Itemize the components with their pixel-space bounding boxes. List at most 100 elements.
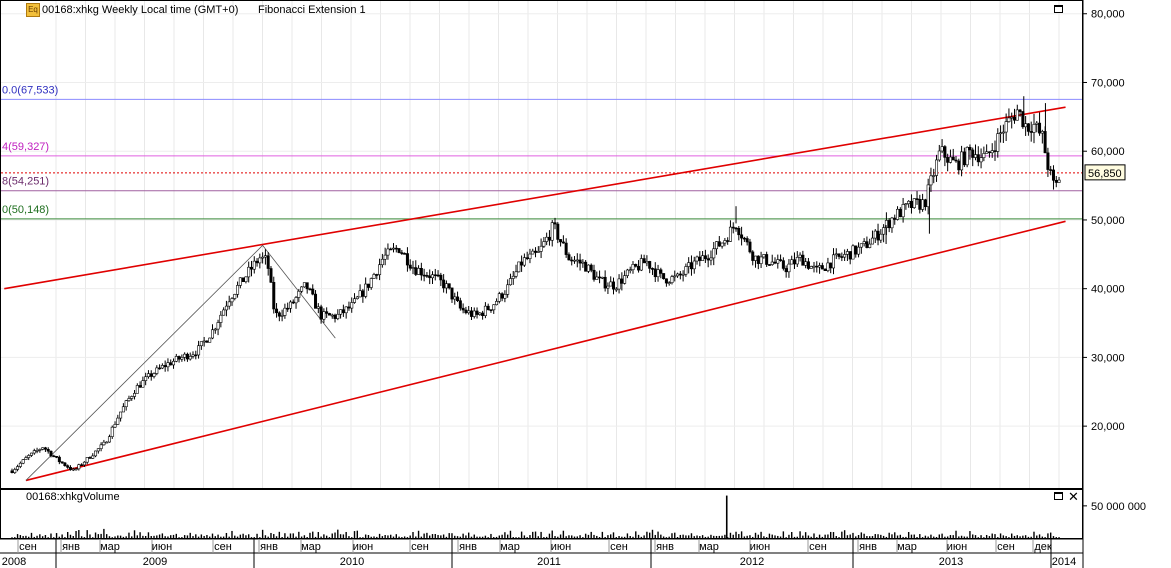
candle-body [364, 283, 368, 297]
candle-body [720, 242, 724, 247]
current-price-label: 56,850 [1088, 168, 1122, 180]
candle-body [840, 256, 844, 258]
candle-body [617, 278, 621, 290]
candle-body [330, 314, 334, 317]
candle-body [731, 226, 735, 229]
candle-body [266, 255, 270, 269]
candle-body [586, 264, 590, 272]
candle-body [347, 306, 351, 309]
candle-body [536, 251, 540, 253]
candle-body [288, 301, 292, 309]
candle-body [517, 261, 521, 273]
candle-body [893, 217, 897, 220]
candle-body [857, 246, 861, 255]
candle-body [614, 288, 618, 291]
candle-body [495, 301, 499, 306]
candle-body [865, 241, 869, 248]
candle-body [46, 448, 50, 452]
candle-body [481, 312, 485, 316]
candle-body [584, 261, 588, 272]
candle-body [439, 274, 443, 281]
x-month-label: июн [750, 541, 770, 553]
candle-body [676, 273, 680, 277]
candle-body [943, 146, 947, 158]
volume-maximize-icon[interactable] [1054, 492, 1063, 500]
candle-body [378, 264, 382, 275]
candle-body [957, 160, 961, 171]
candle-body [138, 385, 142, 388]
x-month-label: янв [62, 541, 80, 553]
candle-body [205, 340, 209, 343]
candle-body [24, 457, 28, 460]
candle-body [742, 237, 746, 240]
candle-body [208, 337, 212, 343]
candle-body [380, 258, 384, 266]
candle-body [979, 157, 983, 163]
candle-body [982, 153, 986, 158]
candle-body [854, 245, 858, 255]
x-month-label: сен [997, 541, 1015, 553]
symbol-title[interactable]: 00168:xhkg Weekly Local time (GMT+0) [42, 4, 238, 16]
candle-body [639, 258, 643, 271]
candle-body [436, 274, 440, 277]
candle-body [990, 150, 994, 154]
volume-pane [0, 489, 1083, 539]
candle-body [606, 285, 610, 289]
y-tick-label: 60,000 [1091, 146, 1125, 158]
candle-body [923, 199, 927, 208]
candle-body [1057, 179, 1061, 183]
candle-body [993, 150, 997, 152]
candle-body [843, 254, 847, 258]
candle-body [333, 314, 337, 319]
candle-body [244, 276, 248, 283]
y-tick-label: 20,000 [1091, 421, 1125, 433]
eq-icon[interactable]: Eq [26, 3, 40, 17]
candle-body [915, 198, 919, 200]
candle-body [191, 354, 195, 357]
candle-body [859, 243, 863, 248]
candle-body [394, 247, 398, 250]
candle-body [85, 457, 89, 463]
candle-body [233, 294, 237, 299]
volume-tick-label: 50 000 000 [1091, 501, 1146, 513]
candle-body [737, 228, 741, 236]
candle-body [199, 341, 203, 347]
candle-body [804, 261, 808, 266]
candle-body [637, 265, 641, 271]
candle-body [706, 258, 710, 261]
candle-body [80, 464, 84, 467]
volume-title: 00168:xhkgVolume [26, 491, 120, 503]
candle-body [408, 264, 412, 269]
candle-body [890, 217, 894, 229]
candle-body [948, 156, 952, 163]
candle-body [751, 251, 755, 261]
candle-body [366, 283, 370, 288]
x-year-label: 2010 [340, 556, 364, 568]
candle-body [41, 447, 45, 450]
candle-body [935, 159, 939, 176]
candle-body [511, 275, 515, 279]
fib-level-label: 0.0(67,533) [2, 84, 58, 96]
candle-body [55, 456, 59, 458]
indicator-title[interactable]: Fibonacci Extension 1 [258, 4, 366, 16]
x-year-label: 2011 [537, 556, 561, 568]
price-chart[interactable]: 20,000 30,000 40,000 50,000 60,000 70,000 80,0… [0, 0, 1171, 568]
candle-body [116, 417, 120, 425]
candle-body [628, 269, 632, 272]
maximize-icon[interactable] [1054, 5, 1063, 13]
candle-body [798, 254, 802, 258]
x-month-label: сен [809, 541, 827, 553]
candle-body [158, 367, 162, 370]
candle-body [294, 297, 298, 304]
candle-body [826, 262, 830, 272]
candle-body [49, 450, 53, 457]
candle-body [567, 254, 571, 261]
candle-body [35, 450, 39, 452]
candle-body [829, 262, 833, 269]
candle-body [194, 354, 198, 357]
volume-close-icon[interactable]: ✕ [1068, 490, 1079, 503]
candle-body [740, 234, 744, 239]
x-year-label: 2014 [1052, 556, 1076, 568]
candle-body [539, 245, 543, 252]
candle-body [255, 260, 259, 264]
